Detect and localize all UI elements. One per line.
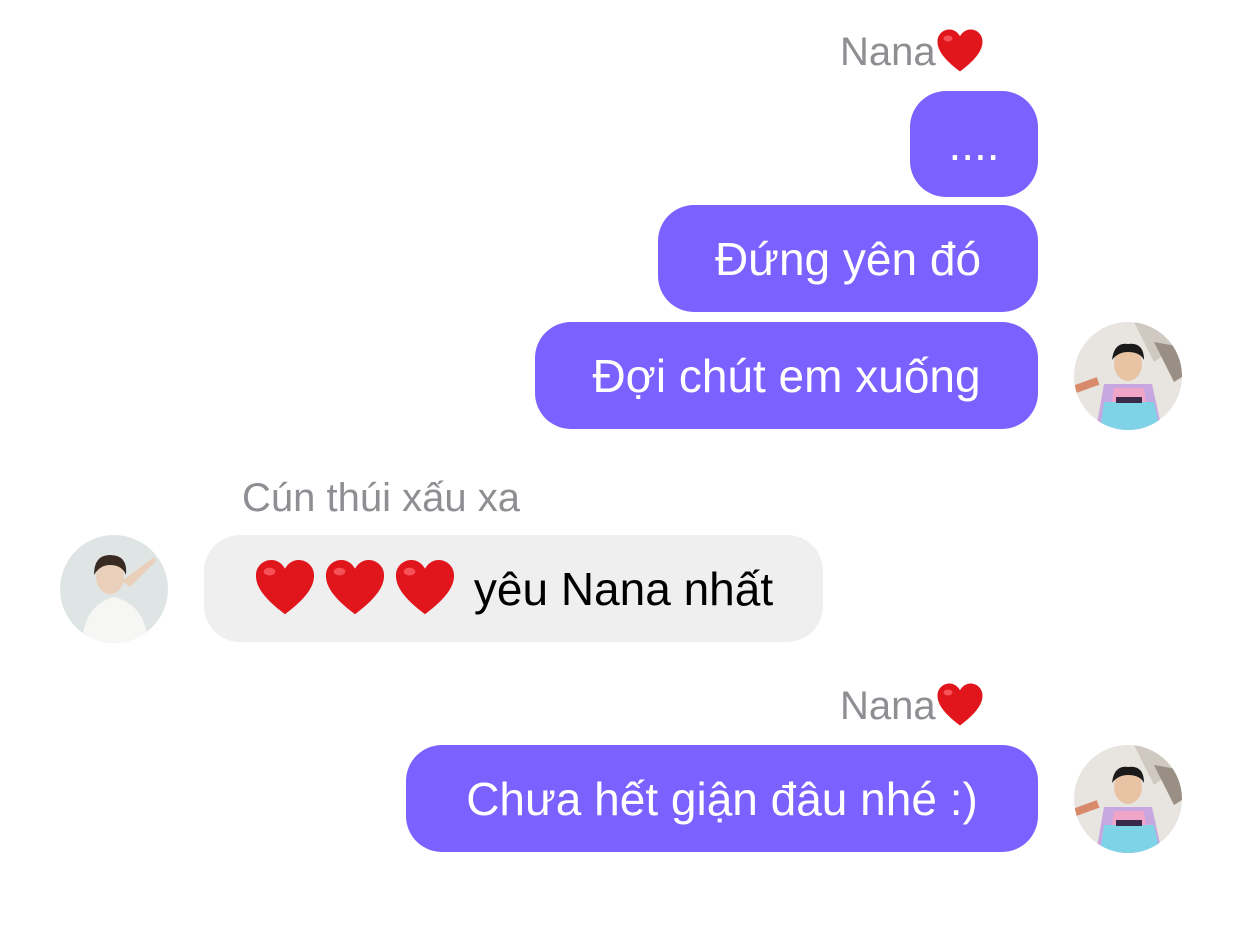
heart-icon (254, 558, 316, 620)
sender-name-cun: Cún thúi xấu xa (242, 478, 520, 518)
sender-name-nana: Nana (840, 682, 984, 730)
message-bubble[interactable]: Chưa hết giận đâu nhé :) (406, 745, 1038, 852)
message-content: yêu Nana nhất (254, 558, 773, 620)
message-text: Đợi chút em xuống (592, 349, 981, 402)
sender-name-label: Nana (840, 30, 936, 74)
avatar-nana[interactable] (1074, 745, 1182, 853)
message-bubble[interactable]: Đợi chút em xuống (535, 322, 1038, 429)
avatar-nana[interactable] (1074, 322, 1182, 430)
message-text: .... (948, 118, 1000, 170)
message-bubble[interactable]: Đứng yên đó (658, 205, 1038, 312)
avatar-cun[interactable] (60, 535, 168, 643)
heart-icon (936, 682, 984, 730)
message-text: Đứng yên đó (714, 232, 982, 285)
message-text: yêu Nana nhất (473, 562, 774, 615)
message-bubble[interactable]: .... (910, 91, 1038, 197)
sender-name-nana: Nana (840, 28, 984, 76)
message-text: Chưa hết giận đâu nhé :) (466, 772, 978, 825)
heart-icon (936, 28, 984, 76)
message-bubble[interactable]: yêu Nana nhất (204, 535, 823, 642)
sender-name-label: Cún thúi xấu xa (242, 476, 520, 520)
sender-name-label: Nana (840, 684, 936, 728)
heart-icon (324, 558, 386, 620)
heart-icon (394, 558, 456, 620)
